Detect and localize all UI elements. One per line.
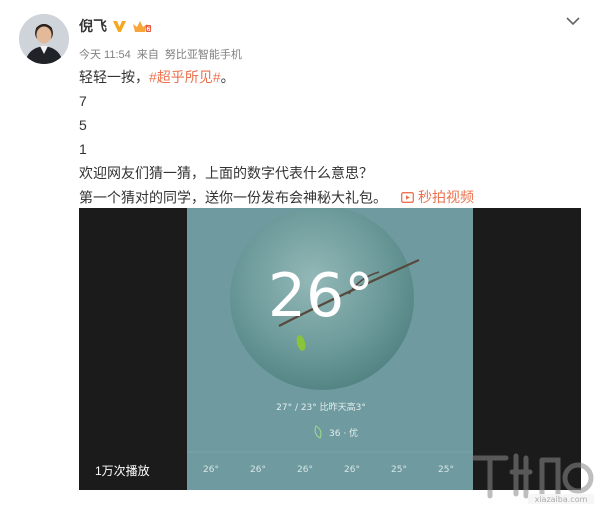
video-icon <box>401 191 414 203</box>
post-text-segment: 。 <box>220 69 235 85</box>
temperature-range: 27° / 23° 比昨天高3° <box>276 401 366 413</box>
post-line-6: 第一个猜对的同学，送你一份发布会神秘大礼包。 秒拍视频 <box>79 186 474 210</box>
more-options-button[interactable] <box>564 14 582 28</box>
post-line-2: 7 <box>79 93 87 109</box>
post-text: 轻轻一按，#超乎所见#。 7 5 1 欢迎网友们猜一猜，上面的数字代表什么意思？… <box>79 66 474 210</box>
post-text-segment: 第一个猜对的同学，送你一份发布会神秘大礼包。 <box>79 189 387 206</box>
forecast-item: 26° <box>297 465 313 475</box>
watermark-logo: xiazaiba.com <box>466 444 596 504</box>
vip-crown-icon[interactable]: 6 <box>132 19 152 34</box>
post-author: 倪飞 6 <box>79 16 152 36</box>
post-text-segment: 轻轻一按， <box>79 69 149 85</box>
topic-link[interactable]: #超乎所见# <box>149 69 221 85</box>
video-link[interactable]: 秒拍视频 <box>401 186 474 208</box>
verified-icon <box>112 19 127 34</box>
avatar[interactable] <box>19 14 69 64</box>
forecast-item: 26° <box>250 465 266 475</box>
post-source[interactable]: 努比亚智能手机 <box>165 49 242 61</box>
post-meta: 今天 11:54 来自 努比亚智能手机 <box>79 46 245 62</box>
play-count: 1万次播放 <box>95 464 150 478</box>
post-time[interactable]: 今天 11:54 <box>79 49 131 61</box>
forecast-item: 26° <box>203 465 219 475</box>
post-line-3: 5 <box>79 117 87 133</box>
username-link[interactable]: 倪飞 <box>79 16 107 36</box>
temperature-value: 26° <box>268 261 374 331</box>
air-quality: 36 · 优 <box>329 427 358 439</box>
svg-text:6: 6 <box>146 26 150 33</box>
post-line-4: 1 <box>79 141 87 157</box>
post-line-1: 轻轻一按，#超乎所见#。 <box>79 66 474 90</box>
svg-text:xiazaiba.com: xiazaiba.com <box>535 495 588 504</box>
video-link-label: 秒拍视频 <box>418 189 474 205</box>
forecast-item: 25° <box>438 465 454 475</box>
forecast-item: 25° <box>391 465 407 475</box>
user-avatar-icon <box>19 14 69 64</box>
source-prefix: 来自 <box>136 49 159 61</box>
chevron-down-icon <box>566 17 580 26</box>
forecast-item: 26° <box>344 465 360 475</box>
post-line-5: 欢迎网友们猜一猜，上面的数字代表什么意思？ <box>79 165 373 181</box>
